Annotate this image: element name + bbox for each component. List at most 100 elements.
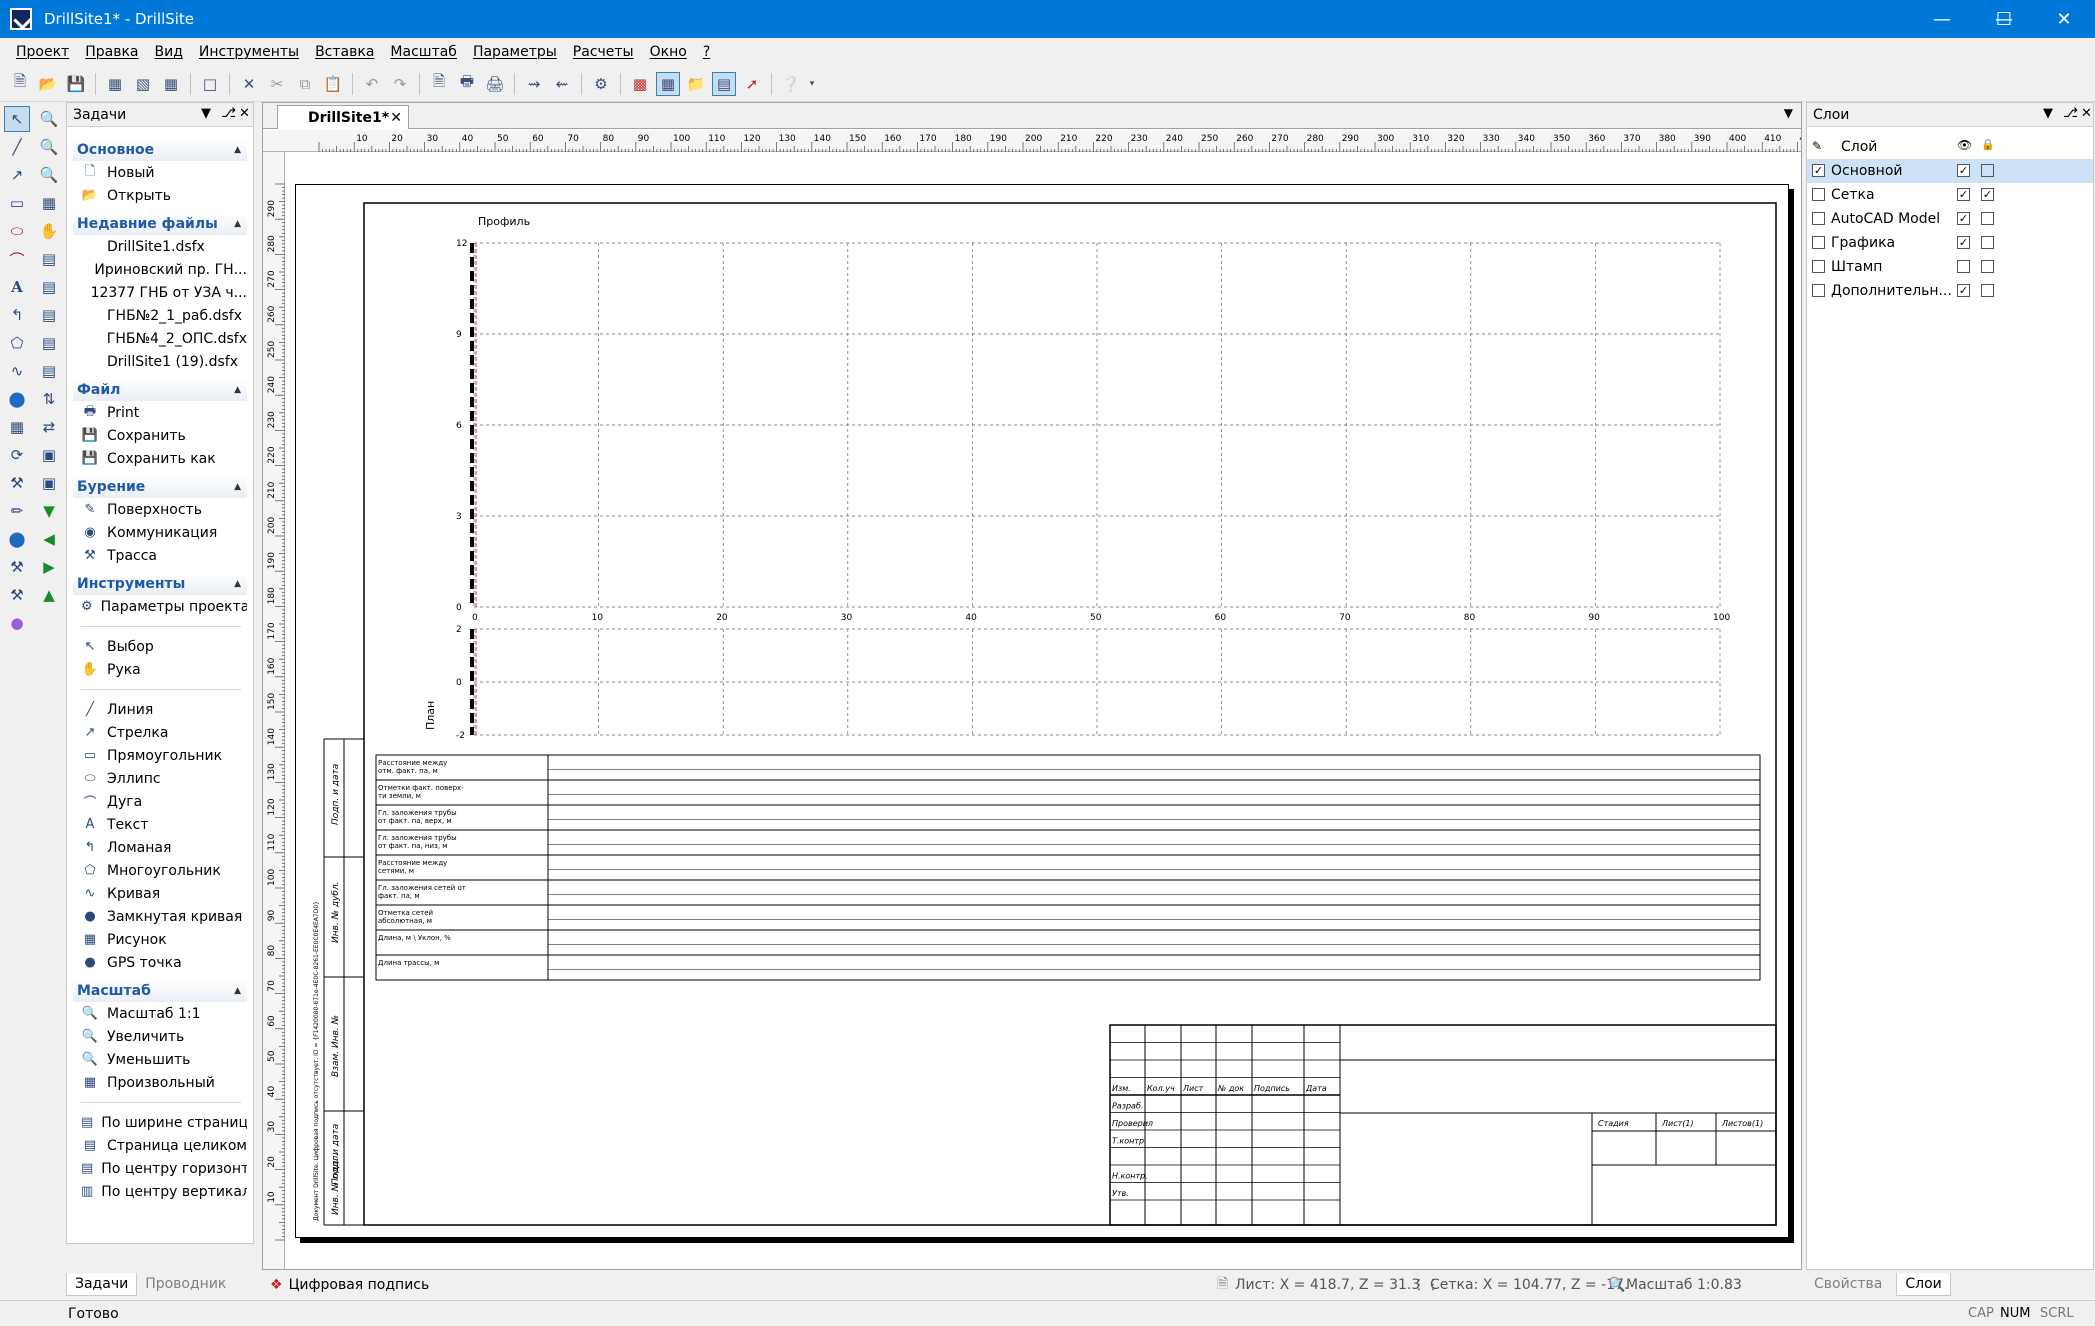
menu-item-2[interactable]: Вид <box>155 44 183 60</box>
section-header[interactable]: Основное ▲ <box>73 139 247 161</box>
copy-doc-icon[interactable]: ▧ <box>131 72 155 96</box>
layer-lock-checkbox[interactable] <box>1981 284 1994 297</box>
layer-row[interactable]: AutoCAD Model <box>1807 207 2093 231</box>
tab-list-dropdown-icon[interactable]: ▼ <box>1784 106 1793 120</box>
layer-active-checkbox[interactable] <box>1812 260 1825 273</box>
layer-row[interactable]: Дополнительн... <box>1807 279 2093 303</box>
redo-icon[interactable]: ↷ <box>388 72 412 96</box>
menu-item-8[interactable]: Окно <box>650 44 687 60</box>
paste-icon[interactable]: 📋 <box>321 72 345 96</box>
copy-icon[interactable]: ⧉ <box>293 72 317 96</box>
page-setup-icon[interactable]: 🗎 <box>427 72 451 96</box>
surface-icon[interactable]: ✏ <box>4 498 30 524</box>
close-icon[interactable]: ✕ <box>2081 106 2092 121</box>
task-item[interactable]: 12377 ГНБ от УЗА ч... <box>73 281 247 304</box>
panel-menu-icon[interactable]: ▼ <box>201 106 211 121</box>
folder-view-icon[interactable]: 📁 <box>684 72 708 96</box>
task-item[interactable]: ⬭ Эллипс <box>73 767 247 790</box>
menu-item-0[interactable]: Проект <box>16 44 69 60</box>
task-item[interactable]: ▦ Рисунок <box>73 928 247 951</box>
tab-layers[interactable]: Слои <box>1896 1272 1951 1296</box>
task-item[interactable]: DrillSite1 (19).dsfx <box>73 350 247 373</box>
picture-icon[interactable]: ▦ <box>4 414 30 440</box>
section-header[interactable]: Инструменты ▲ <box>73 573 247 595</box>
drawing-sheet[interactable]: Профиль 0 10 20 30 40 50 60 70 80 90 100 12 9 6 3 0 2 0 -2 П… <box>295 184 1789 1238</box>
task-item[interactable]: ГНБ№2_1_раб.dsfx <box>73 304 247 327</box>
layer-visible-checkbox[interactable] <box>1957 188 1970 201</box>
arc-icon[interactable]: ⌒ <box>4 246 30 272</box>
axes-icon[interactable]: ➚ <box>740 72 764 96</box>
zoom-out-icon[interactable]: 🔍 <box>36 162 62 188</box>
move-left-icon[interactable]: ◀ <box>36 526 62 552</box>
menu-item-5[interactable]: Масштаб <box>390 44 457 60</box>
zoom-custom-icon[interactable]: ▦ <box>36 190 62 216</box>
tab-properties[interactable]: Свойства <box>1806 1273 1890 1295</box>
tab-explorer[interactable]: Проводник <box>137 1273 234 1295</box>
task-item[interactable]: ● Замкнутая кривая <box>73 905 247 928</box>
layer-visible-checkbox[interactable] <box>1957 260 1970 273</box>
pin-icon[interactable]: ⎇ <box>2063 106 2078 121</box>
undo-icon[interactable]: ↶ <box>360 72 384 96</box>
task-item[interactable]: ↗ Стрелка <box>73 721 247 744</box>
task-item[interactable]: ⌒ Дуга <box>73 790 247 813</box>
layer-lock-checkbox[interactable] <box>1981 236 1994 249</box>
ungroup-icon[interactable]: ▣ <box>36 470 62 496</box>
task-item[interactable]: ⚙ Параметры проекта <box>73 595 247 618</box>
task-item[interactable]: ГНБ№4_2_ОПС.dsfx <box>73 327 247 350</box>
task-item[interactable]: ∿ Кривая <box>73 882 247 905</box>
fit-width-icon[interactable]: ▤ <box>36 246 62 272</box>
ellipse-icon[interactable]: ⬭ <box>4 218 30 244</box>
task-item[interactable]: ╱ Линия <box>73 698 247 721</box>
task-item[interactable]: ▤ По центру горизонт... <box>73 1157 247 1180</box>
communication-icon[interactable]: ⬤ <box>4 526 30 552</box>
section-header[interactable]: Масштаб ▲ <box>73 980 247 1002</box>
task-item[interactable]: DrillSite1.dsfx <box>73 235 247 258</box>
task-item[interactable]: ▭ Прямоугольник <box>73 744 247 767</box>
close-tab-icon[interactable]: ✕ <box>390 110 402 126</box>
drawing-canvas[interactable]: Профиль0 10 20 30 40 50 60 70 80 90 10012963020-2П… <box>296 185 1790 1239</box>
layer-active-checkbox[interactable] <box>1812 188 1825 201</box>
task-item[interactable]: ● GPS точка <box>73 951 247 974</box>
layer-active-checkbox[interactable] <box>1812 212 1825 225</box>
print-icon[interactable]: 🖨 <box>483 72 507 96</box>
layer-active-checkbox[interactable] <box>1812 284 1825 297</box>
tools-icon[interactable]: ⚒ <box>4 470 30 496</box>
task-item[interactable]: Ириновский пр. ГН... <box>73 258 247 281</box>
layer-active-checkbox[interactable] <box>1812 236 1825 249</box>
toolbar-overflow-icon[interactable]: ▾ <box>807 72 817 96</box>
layer-visible-checkbox[interactable] <box>1957 164 1970 177</box>
task-item[interactable]: 🔍 Увеличить <box>73 1025 247 1048</box>
task-item[interactable]: 🗋 Новый <box>73 161 247 184</box>
polyline-icon[interactable]: ↰ <box>4 302 30 328</box>
task-item[interactable]: ◉ Коммуникация <box>73 521 247 544</box>
task-item[interactable]: ▦ Произвольный <box>73 1071 247 1094</box>
task-item[interactable]: 📂 Открыть <box>73 184 247 207</box>
cursor-icon[interactable]: ↖ <box>4 106 30 132</box>
open-folder-icon[interactable]: 📂 <box>36 72 60 96</box>
palette-icon[interactable]: ▩ <box>628 72 652 96</box>
zoom-icon[interactable]: 🔍 <box>36 106 62 132</box>
close-icon[interactable]: ✕ <box>239 106 250 121</box>
menu-item-3[interactable]: Инструменты <box>199 44 299 60</box>
task-item[interactable]: ↰ Ломаная <box>73 836 247 859</box>
collapse-icon[interactable]: ▲ <box>234 219 241 229</box>
zoom-in-icon[interactable]: 🔍 <box>36 134 62 160</box>
panel-menu-icon[interactable]: ▼ <box>2043 106 2053 121</box>
text-icon[interactable]: A <box>4 274 30 300</box>
pin-icon[interactable]: ⎇ <box>221 106 236 121</box>
collapse-icon[interactable]: ▲ <box>234 385 241 395</box>
task-item[interactable]: 🔍 Масштаб 1:1 <box>73 1002 247 1025</box>
save-icon[interactable]: 💾 <box>64 72 88 96</box>
layer-lock-checkbox[interactable] <box>1981 164 1994 177</box>
task-item[interactable]: ↖ Выбор <box>73 635 247 658</box>
align-icon[interactable]: ▤ <box>36 358 62 384</box>
task-item[interactable]: ✎ Поверхность <box>73 498 247 521</box>
task-item[interactable]: 🖶 Print <box>73 401 247 424</box>
layer-lock-checkbox[interactable] <box>1981 212 1994 225</box>
cut-icon[interactable]: ✂ <box>265 72 289 96</box>
task-item[interactable]: ▤ Страница целиком <box>73 1134 247 1157</box>
task-item[interactable]: 💾 Сохранить как <box>73 447 247 470</box>
task-item[interactable]: A Текст <box>73 813 247 836</box>
delete-icon[interactable]: ✕ <box>237 72 261 96</box>
layer-lock-checkbox[interactable] <box>1981 188 1994 201</box>
